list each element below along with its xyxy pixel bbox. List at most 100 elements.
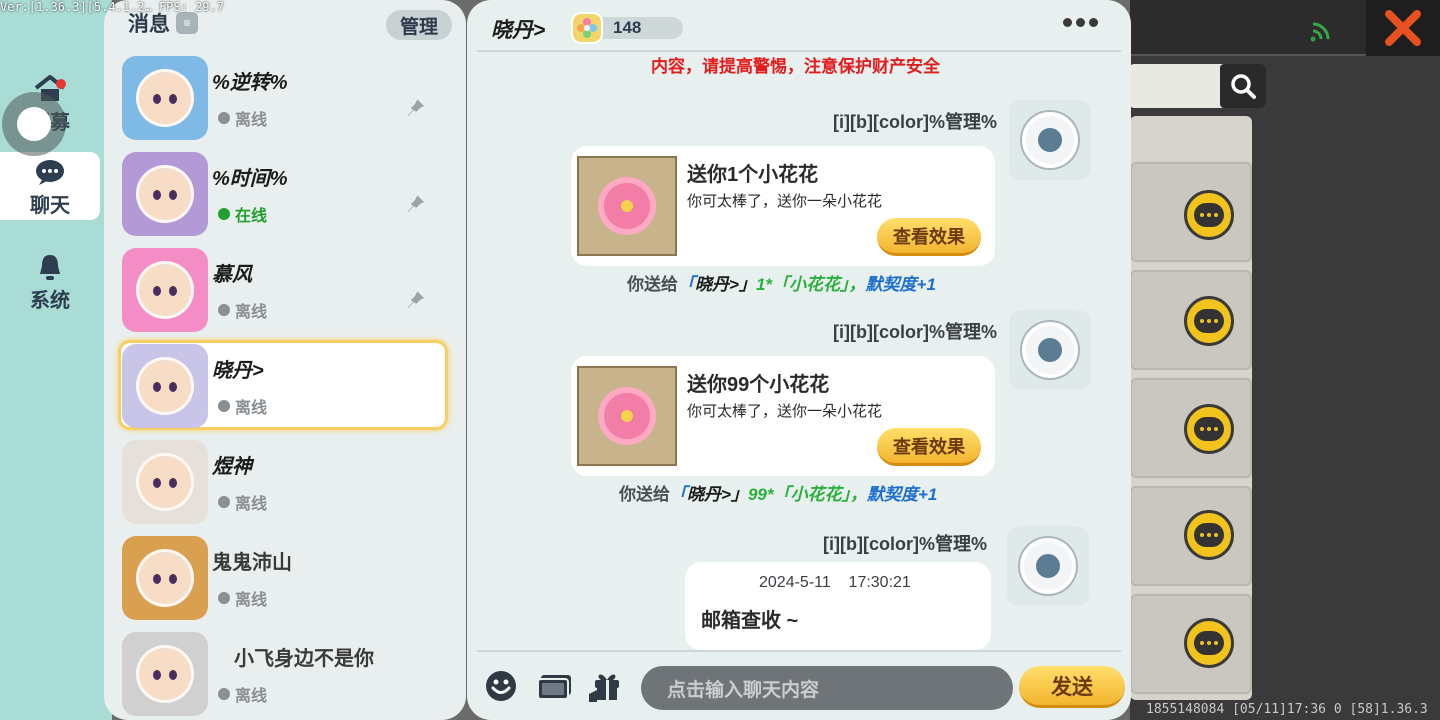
contact-status: 离线 [218, 394, 267, 418]
contact-item[interactable]: 煜神 离线 [118, 436, 448, 526]
gift-note: 你送给「晓丹>」99*「小花花」，默契度+1 [619, 480, 937, 505]
gift-note-bracket: 「 [678, 275, 695, 294]
gift-description: 你可太棒了，送你一朵小花花 [687, 193, 883, 210]
flower-icon [571, 12, 603, 44]
contact-item[interactable]: 小飞身边不是你 离线 [118, 628, 448, 718]
status-label: 离线 [235, 112, 268, 129]
manage-button[interactable]: 管理 [386, 10, 452, 40]
avatar [122, 632, 208, 716]
gift-note-recipient: 晓丹> [687, 485, 731, 504]
filter-icon[interactable]: ≡ [176, 12, 198, 34]
contact-status: 离线 [218, 586, 267, 610]
message-sender: [i][b][color]%管理% [833, 112, 997, 132]
mail-text: 邮箱查收 ~ [701, 610, 799, 632]
status-dot-icon [218, 688, 230, 700]
contact-status: 离线 [218, 682, 267, 706]
nav-label: 聊天 [30, 194, 70, 217]
chat-bubble-icon [33, 155, 67, 189]
emoji-icon[interactable] [481, 668, 521, 704]
status-dot-icon [218, 304, 230, 316]
gift-description: 你可太棒了，送你一朵小花花 [687, 403, 883, 420]
flower-gift-image [577, 366, 677, 466]
card-icon[interactable] [535, 668, 575, 704]
footer-debug-text: 1855148084 [05/11]17:36 0 [58]1.36.3 [1146, 702, 1428, 717]
gift-note-bracket: 」 [738, 275, 756, 294]
status-label: 离线 [235, 688, 268, 705]
chat-message-input[interactable]: 点击输入聊天内容 [641, 666, 1013, 710]
contact-name: %逆转% [212, 72, 288, 94]
chat-bubble-icon[interactable] [1184, 510, 1234, 560]
gift-note-bracket: 「 [670, 485, 687, 504]
contact-name: 晓丹> [212, 360, 264, 382]
gift-note: 你送给「晓丹>」1*「小花花」，默契度+1 [627, 270, 936, 295]
more-options-icon[interactable] [1063, 18, 1098, 27]
nav-label: 系统 [30, 290, 70, 312]
status-dot-icon [218, 208, 230, 220]
message-sender: [i][b][color]%管理% [823, 534, 987, 554]
contact-name: 慕风 [212, 264, 252, 286]
bell-icon [33, 250, 67, 284]
status-dot-icon [218, 592, 230, 604]
gift-note-label: 你送给 [627, 275, 678, 294]
avatar [122, 440, 208, 524]
status-label: 离线 [235, 304, 268, 321]
status-label: 离线 [235, 496, 268, 513]
gift-card: 送你1个小花花 你可太棒了，送你一朵小花花 查看效果 [571, 146, 995, 266]
chat-bubble-icon[interactable] [1184, 296, 1234, 346]
chat-bubble-icon[interactable] [1184, 618, 1234, 668]
status-dot-icon [218, 400, 230, 412]
view-effect-button[interactable]: 查看效果 [877, 428, 981, 466]
safety-warning: 内容，请提高警惕，注意保护财产安全 [651, 57, 940, 76]
intimacy-badge[interactable]: 148 [571, 12, 683, 44]
contact-status: 离线 [218, 106, 267, 130]
contact-item[interactable]: %逆转% 离线 [118, 52, 448, 142]
chat-bubble-icon[interactable] [1184, 404, 1234, 454]
contact-item[interactable]: 慕风 离线 [118, 244, 448, 334]
flower-gift-image [577, 156, 677, 256]
contact-name: 小飞身边不是你 [234, 648, 374, 670]
status-dot-icon [218, 112, 230, 124]
gift-title: 送你1个小花花 [687, 164, 819, 186]
contact-name: 鬼鬼沛山 [212, 552, 292, 574]
chat-panel: 晓丹> 148 内容，请提高警惕，注意保护财产安全 [i][b][color]%… [467, 0, 1131, 720]
nav-item-system[interactable]: 系统 [0, 250, 100, 313]
chat-title: 晓丹> [491, 19, 546, 42]
close-icon[interactable] [1366, 0, 1440, 56]
status-label: 离线 [235, 400, 268, 417]
avatar[interactable] [1007, 526, 1089, 606]
mail-message-card: 2024-5-11 17:30:21 邮箱查收 ~ [685, 562, 991, 650]
contact-status: 离线 [218, 490, 267, 514]
pin-icon[interactable] [404, 192, 428, 216]
view-effect-button[interactable]: 查看效果 [877, 218, 981, 256]
chat-bubble-icon[interactable] [1184, 190, 1234, 240]
chat-input-bar: 点击输入聊天内容 发送 [467, 650, 1131, 720]
search-icon[interactable] [1220, 64, 1266, 108]
pin-icon[interactable] [404, 96, 428, 120]
avatar[interactable] [1009, 100, 1091, 180]
pin-icon[interactable] [404, 288, 428, 312]
gift-icon[interactable] [587, 668, 627, 704]
avatar [122, 536, 208, 620]
nav-item-chat[interactable]: 聊天 [0, 152, 100, 220]
avatar [122, 344, 208, 428]
gift-note-label: 你送给 [619, 485, 670, 504]
contact-item-selected[interactable]: 晓丹> 离线 [118, 340, 448, 430]
avatar [122, 248, 208, 332]
message-sender: [i][b][color]%管理% [833, 322, 997, 342]
floating-assist-ball[interactable] [2, 92, 66, 156]
gift-note-recipient: 晓丹> [695, 275, 739, 294]
signal-icon [1310, 18, 1334, 42]
contact-item[interactable]: %时间% 在线 [118, 148, 448, 238]
contact-name: 煜神 [212, 456, 252, 478]
gift-note-bonus: 默契度+1 [866, 485, 938, 504]
status-label: 在线 [235, 208, 268, 225]
gift-note-item: 1*「小花花」， [755, 275, 866, 294]
intimacy-value: 148 [613, 18, 642, 37]
avatar [122, 152, 208, 236]
status-label: 离线 [235, 592, 268, 609]
contact-name: %时间% [212, 168, 288, 190]
avatar[interactable] [1009, 310, 1091, 390]
contacts-panel: 消息 ≡ 管理 %逆转% 离线 %时间% 在线 慕风 离线 晓丹> 离线 煜神 … [104, 0, 466, 720]
contact-item[interactable]: 鬼鬼沛山 离线 [118, 532, 448, 622]
send-button[interactable]: 发送 [1019, 666, 1125, 708]
